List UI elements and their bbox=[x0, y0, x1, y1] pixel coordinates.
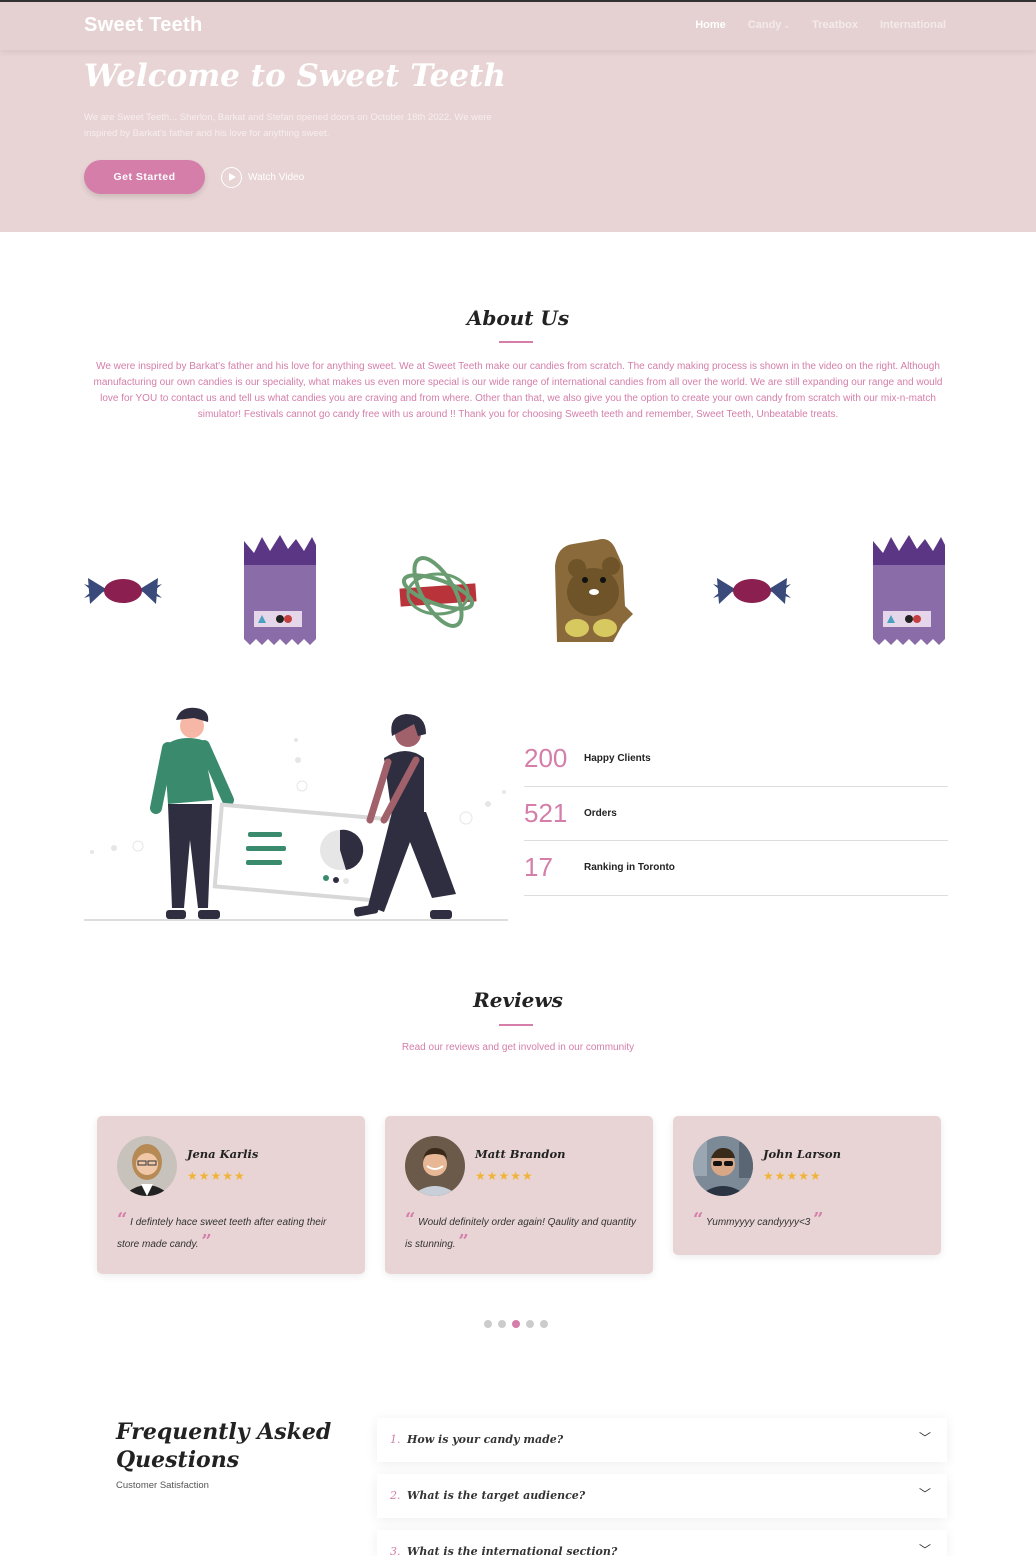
quote-open-icon: “ bbox=[405, 1209, 416, 1230]
quote-open-icon: “ bbox=[693, 1209, 704, 1230]
faq-item[interactable]: 2. What is the target audience? ﹀ bbox=[377, 1474, 947, 1518]
review-text: “ Yummyyyy candyyyy<3 ” bbox=[693, 1210, 925, 1232]
carousel-dot[interactable] bbox=[498, 1320, 506, 1328]
faq-item[interactable]: 3. What is the international section? ﹀ bbox=[377, 1530, 947, 1556]
faq-question: What is the international section? bbox=[407, 1545, 618, 1556]
carousel-dot[interactable] bbox=[484, 1320, 492, 1328]
star-rating: ★★★★★ bbox=[763, 1169, 822, 1183]
avatar bbox=[117, 1136, 177, 1196]
stat-label: Ranking in Toronto bbox=[584, 862, 675, 874]
chevron-down-icon[interactable]: ﹀ bbox=[919, 1485, 931, 1502]
carousel-pagination bbox=[484, 1320, 548, 1328]
avatar bbox=[405, 1136, 465, 1196]
faq-question: What is the target audience? bbox=[407, 1489, 586, 1502]
licorice-candy-icon bbox=[399, 556, 477, 628]
review-text: “ Would definitely order again! Qaulity … bbox=[405, 1210, 637, 1254]
faq-question: How is your candy made? bbox=[407, 1433, 564, 1446]
faq-title: Frequently Asked Questions bbox=[116, 1418, 331, 1474]
quote-close-icon: ” bbox=[813, 1209, 824, 1230]
faq-number: 2. bbox=[390, 1489, 401, 1502]
watch-video-label: Watch Video bbox=[248, 172, 305, 183]
candy-bag-icon bbox=[244, 535, 316, 645]
reviews-underline bbox=[499, 1024, 533, 1026]
wrapped-candy-icon bbox=[713, 578, 791, 604]
faq-title-line: Questions bbox=[116, 1447, 240, 1473]
nav-international[interactable]: International bbox=[880, 19, 946, 31]
stat-number: 200 bbox=[524, 743, 568, 774]
review-card: Matt Brandon ★★★★★ “ Would definitely or… bbox=[385, 1116, 653, 1274]
reviewer-name: Matt Brandon bbox=[475, 1147, 566, 1161]
hero-title: Welcome to Sweet Teeth bbox=[84, 58, 506, 94]
chevron-down-icon[interactable]: ﹀ bbox=[919, 1541, 931, 1556]
nav-candy[interactable]: Candy ⌄ bbox=[748, 19, 790, 31]
candy-bag-icon bbox=[873, 535, 945, 645]
faq-title-line: Frequently Asked bbox=[116, 1419, 332, 1445]
nav-home[interactable]: Home bbox=[695, 19, 726, 31]
chevron-down-icon[interactable]: ﹀ bbox=[919, 1429, 931, 1446]
about-title: About Us bbox=[466, 306, 570, 330]
nav-menu: Home Candy ⌄ Treatbox International bbox=[695, 19, 946, 31]
star-rating: ★★★★★ bbox=[187, 1169, 246, 1183]
quote-open-icon: “ bbox=[117, 1209, 128, 1230]
stat-number: 521 bbox=[524, 797, 568, 828]
reviews-title: Reviews bbox=[473, 988, 563, 1012]
stat-row: 17 Ranking in Toronto bbox=[524, 841, 948, 896]
watch-video-link[interactable]: Watch Video bbox=[221, 167, 304, 188]
faq-number: 1. bbox=[390, 1433, 401, 1446]
wrapped-candy-icon bbox=[84, 578, 162, 604]
review-text: “ I defintely hace sweet teeth after eat… bbox=[117, 1210, 349, 1254]
play-icon bbox=[221, 167, 242, 188]
carousel-dot-active[interactable] bbox=[512, 1320, 520, 1328]
avatar bbox=[693, 1136, 753, 1196]
review-body: I defintely hace sweet teeth after eatin… bbox=[117, 1217, 327, 1250]
stat-row: 521 Orders bbox=[524, 787, 948, 841]
reviews-subtitle: Read our reviews and get involved in our… bbox=[401, 1042, 635, 1053]
quote-close-icon: ” bbox=[201, 1231, 212, 1252]
team-illustration bbox=[84, 707, 508, 921]
carousel-dot[interactable] bbox=[540, 1320, 548, 1328]
stat-label: Orders bbox=[584, 807, 617, 819]
hero-section: Sweet Teeth Home Candy ⌄ Treatbox Interna… bbox=[0, 0, 1036, 232]
faq-number: 3. bbox=[390, 1545, 401, 1556]
faq-item[interactable]: 1. How is your candy made? ﹀ bbox=[377, 1418, 947, 1462]
review-body: Would definitely order again! Qaulity an… bbox=[405, 1217, 637, 1250]
get-started-button[interactable]: Get Started bbox=[84, 160, 205, 194]
reviewer-name: Jena Karlis bbox=[187, 1147, 259, 1161]
navbar: Sweet Teeth Home Candy ⌄ Treatbox Interna… bbox=[0, 2, 1036, 50]
nav-treatbox[interactable]: Treatbox bbox=[812, 19, 858, 31]
review-body: Yummyyyy candyyyy<3 bbox=[705, 1217, 811, 1228]
hero-text: We are Sweet Teeth... Sherlon, Barkat an… bbox=[84, 112, 492, 139]
chevron-down-icon: ⌄ bbox=[783, 21, 791, 30]
reviewer-name: John Larson bbox=[763, 1147, 841, 1161]
review-card: John Larson ★★★★★ “ Yummyyyy candyyyy<3 … bbox=[673, 1116, 941, 1255]
faq-subtitle: Customer Satisfaction bbox=[116, 1480, 209, 1491]
stat-row: 200 Happy Clients bbox=[524, 732, 948, 787]
nav-candy-label: Candy bbox=[747, 19, 782, 31]
about-text: We were inspired by Barkat's father and … bbox=[93, 361, 943, 420]
brand-logo[interactable]: Sweet Teeth bbox=[84, 14, 203, 37]
star-rating: ★★★★★ bbox=[475, 1169, 534, 1183]
stat-number: 17 bbox=[524, 852, 553, 883]
review-card: Jena Karlis ★★★★★ “ I defintely hace swe… bbox=[97, 1116, 365, 1274]
about-underline bbox=[499, 341, 533, 343]
quote-close-icon: ” bbox=[458, 1231, 469, 1252]
carousel-dot[interactable] bbox=[526, 1320, 534, 1328]
stat-label: Happy Clients bbox=[584, 753, 651, 765]
stats-list: 200 Happy Clients 521 Orders 17 Ranking … bbox=[524, 732, 948, 896]
gummy-bear-icon bbox=[555, 539, 633, 642]
